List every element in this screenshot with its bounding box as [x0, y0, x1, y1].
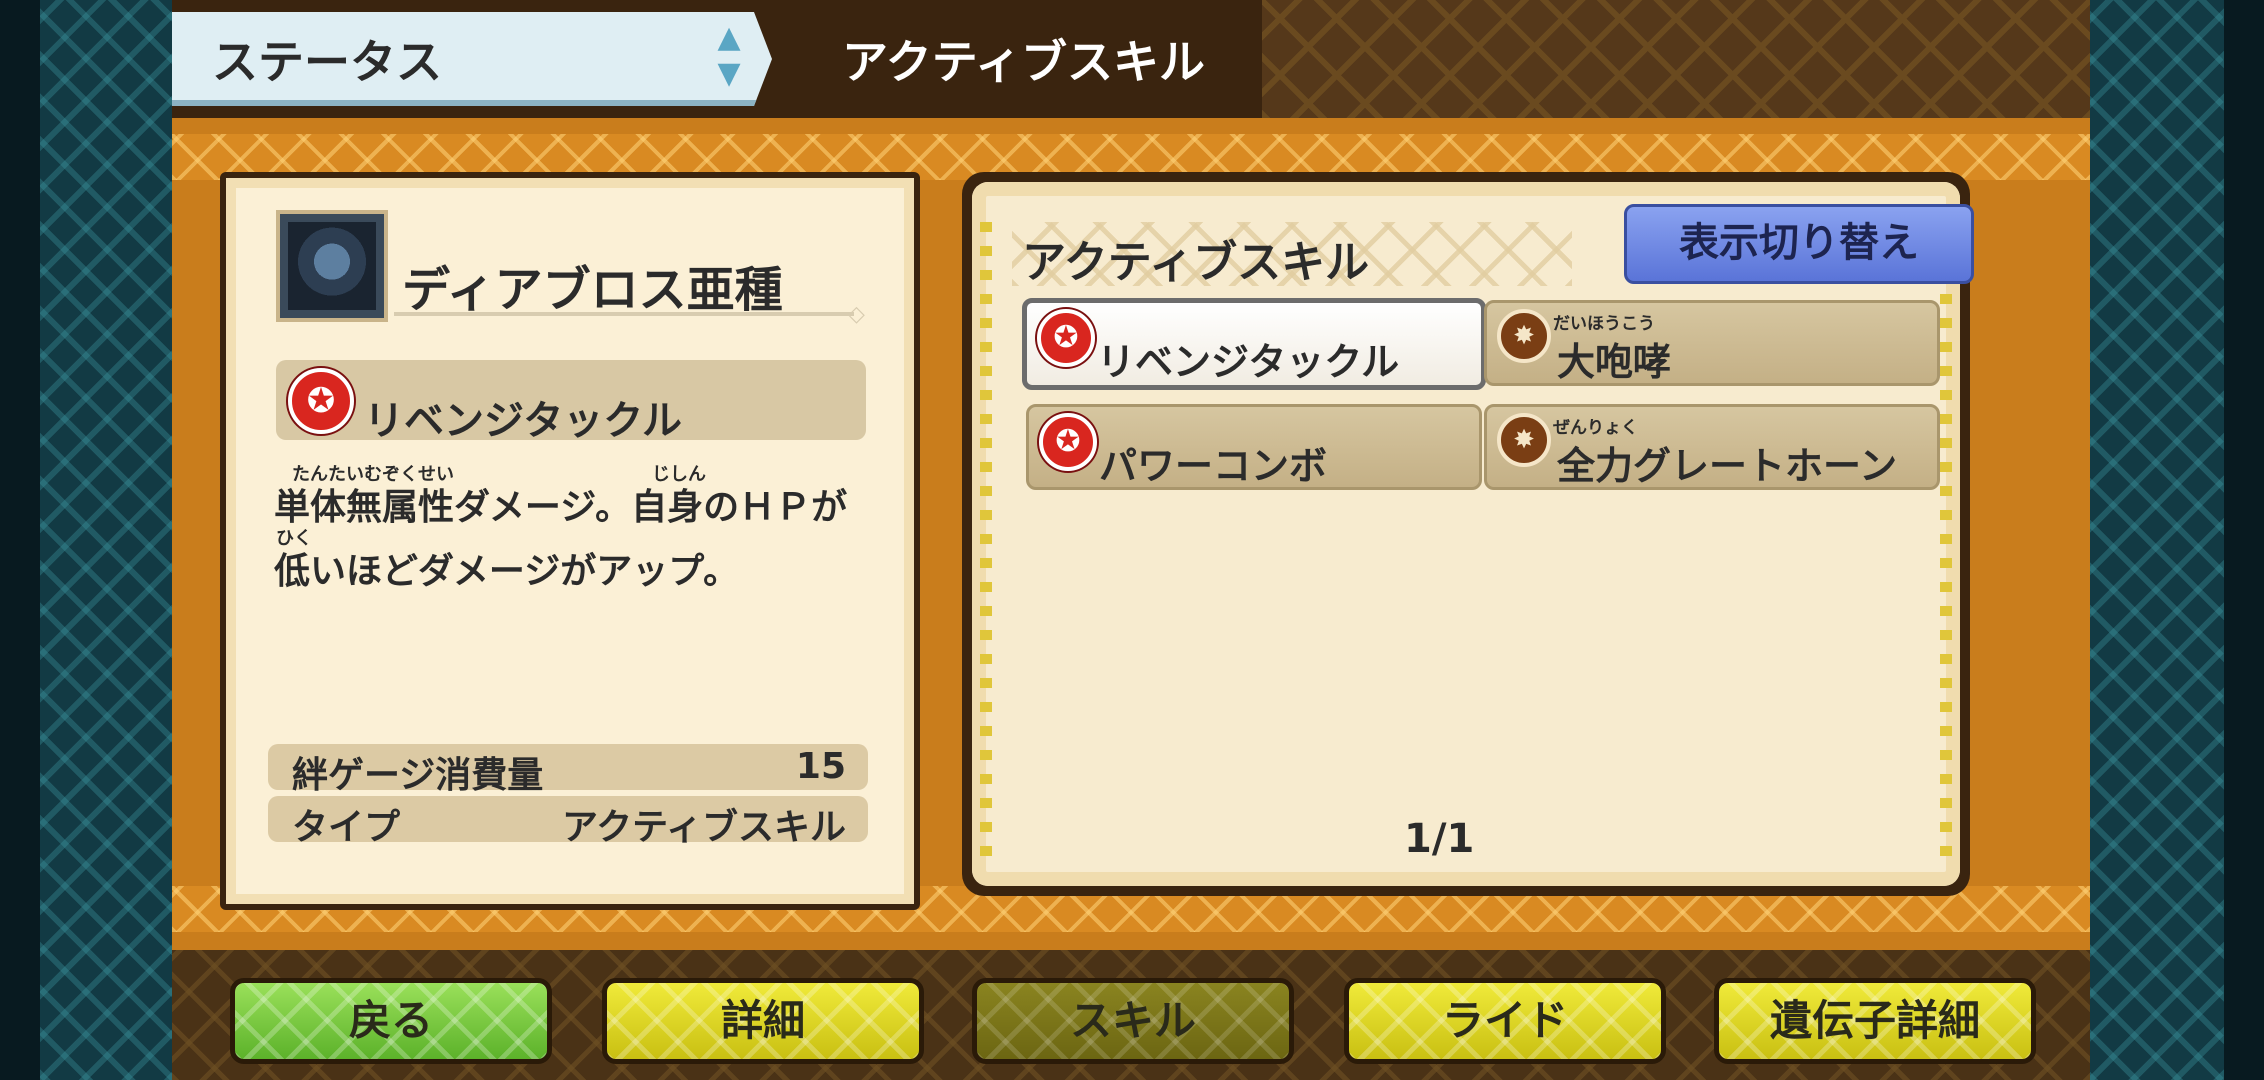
- stat-row-gauge: 絆ゲージ消費量 15: [268, 744, 868, 796]
- back-button[interactable]: 戻る: [230, 978, 552, 1064]
- skill-description-line: 単体無属性ダメージ。自身のＨＰが: [274, 487, 848, 528]
- page-indicator: 1/1: [1404, 816, 1475, 862]
- skill-button-revenge-tackle[interactable]: ✪ リベンジタックル: [1022, 298, 1486, 390]
- skill-description-line: 低いほどダメージがアップ。: [274, 551, 740, 592]
- skill-button-full-great-horn[interactable]: ✸ ぜんりょく 全力グレートホーン: [1484, 404, 1940, 490]
- header-bar: ステータス ▲ ▼ アクティブスキル: [172, 0, 2090, 118]
- skill-button[interactable]: スキル: [972, 978, 1294, 1064]
- stat-row-type: タイプ アクティブスキル: [268, 796, 868, 848]
- main-frame: ステータス ▲ ▼ アクティブスキル ディアブロス亜種 ◇ ✪ リベンジタックル …: [172, 0, 2090, 1080]
- panel-title: アクティブスキル: [1022, 237, 1370, 288]
- monster-name: ディアブロス亜種: [402, 262, 783, 318]
- edge-ornament: [980, 222, 992, 862]
- selected-skill-bar: ✪ リベンジタックル: [276, 360, 866, 444]
- stat-value: アクティブスキル: [561, 807, 846, 848]
- skill-button-power-combo[interactable]: ✪ パワーコンボ: [1026, 404, 1482, 490]
- scroll-arrows-icon: ▲ ▼: [717, 20, 741, 91]
- skill-list-inner: アクティブスキル 表示切り替え ✪ リベンジタックル ✸ だいほうこう 大咆哮 …: [972, 182, 1974, 886]
- status-tab-label: ステータス: [212, 35, 442, 89]
- header-pattern: [1262, 0, 2090, 118]
- monster-portrait-icon: [288, 222, 376, 310]
- bottom-nav-bar: 戻る 詳細 スキル ライド 遺伝子詳細: [172, 950, 2090, 1080]
- attack-icon: ✪: [288, 368, 354, 434]
- skill-button-label: リベンジタックル: [1097, 340, 1400, 384]
- skill-button-great-roar[interactable]: ✸ だいほうこう 大咆哮: [1484, 300, 1940, 386]
- skill-button-label: パワーコンボ: [1099, 444, 1328, 488]
- attack-icon: ✪: [1037, 309, 1095, 367]
- gene-details-button[interactable]: 遺伝子詳細: [1714, 978, 2036, 1064]
- display-toggle-button[interactable]: 表示切り替え: [1624, 204, 1974, 284]
- stat-value: 15: [795, 746, 846, 787]
- stat-label: 絆ゲージ消費量: [292, 755, 544, 796]
- skill-button-label: 大咆哮: [1557, 340, 1672, 384]
- skill-list-panel: アクティブスキル 表示切り替え ✪ リベンジタックル ✸ だいほうこう 大咆哮 …: [962, 172, 1974, 896]
- stat-label: タイプ: [292, 807, 401, 848]
- status-tab[interactable]: ステータス ▲ ▼: [172, 12, 772, 106]
- ride-button[interactable]: ライド: [1344, 978, 1666, 1064]
- edge-ornament: [1940, 222, 1952, 862]
- monster-thumbnail: [276, 210, 388, 322]
- skill-button-label: 全力グレートホーン: [1557, 444, 1898, 488]
- roar-icon: ✸: [1497, 413, 1551, 467]
- roar-icon: ✸: [1497, 309, 1551, 363]
- details-button[interactable]: 詳細: [602, 978, 924, 1064]
- selected-skill-name: リベンジタックル: [364, 398, 682, 444]
- name-underline: [394, 312, 854, 316]
- attack-icon: ✪: [1039, 413, 1097, 471]
- diamond-ornament-icon: ◇: [848, 302, 865, 327]
- right-edge-shade: [2224, 0, 2264, 1080]
- left-edge-shade: [0, 0, 40, 1080]
- page-title: アクティブスキル: [842, 35, 1205, 89]
- skill-detail-card: ディアブロス亜種 ◇ ✪ リベンジタックル たんたいむぞくせい じしん 単体無属…: [220, 172, 920, 910]
